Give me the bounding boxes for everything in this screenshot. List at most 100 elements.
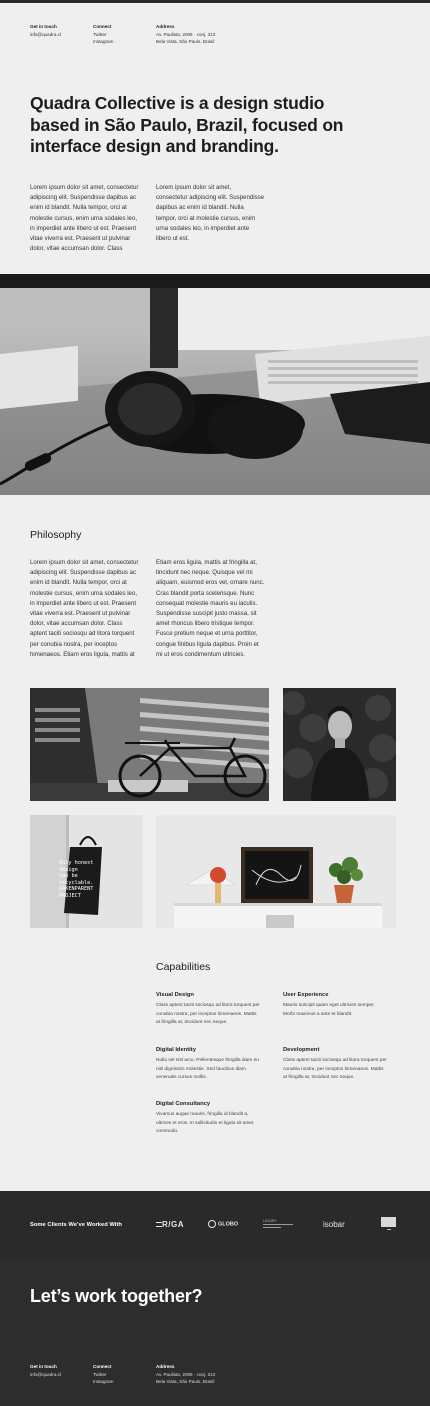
text-line: aliquam, euismod eros vel, ornare nunc. [156,579,265,587]
text-line: molestie cursus, enim urna sodales leo, [30,589,138,597]
text-line: dolor, vitae accumsan dolor. Class [30,245,123,253]
luxury-logo[interactable]: LUXURY [263,1219,293,1229]
globo-logo[interactable]: GLOBO [208,1220,238,1228]
shelf-photo [156,815,396,928]
capability-title: Development [283,1047,320,1053]
globo-logo-text: GLOBO [218,1221,239,1228]
text-line: venenatis cursus mollis. [156,1075,207,1081]
text-line: libero ut est. [156,235,190,243]
text-line: in imperdiet ante libero ut est. Praesen… [30,224,137,232]
intro-left: Lorem ipsum dolor sit amet, consectetur … [30,183,155,254]
text-line: Class aptent taciti sociosqu ad litora t… [283,1058,387,1063]
text-line: Class aptent taciti sociosqu ad litora t… [156,1003,260,1008]
footer-contact: Get in touch info@quadra.cl [30,1363,61,1378]
address-line-2: Bela Vista, São Paulo, Brasil [156,39,215,45]
isobar-logo[interactable]: isobar [323,1220,345,1229]
text-line: at fringilla at, tincidunt nec neque. [283,1075,355,1081]
text-line: ultrices et eros. In sollicitudin et lig… [156,1120,254,1126]
hero-line: based in São Paulo, Brazil, focused on [30,114,344,135]
text-line: vitae viverra est. Praesent ut pulvinar [30,610,131,618]
text-line: enim id blandit. Nulla tempor, orci at [30,204,127,212]
rga-logo-text: R/GA [162,1220,184,1229]
instagram-link[interactable]: Instagram [93,1378,113,1386]
tote-text-line: PROJECT [59,892,81,899]
luxury-logo-text: LUXURY [263,1219,277,1223]
capability-title: Visual Design [156,992,194,998]
email-link[interactable]: info@quadra.cl [30,31,61,39]
text-line: himenaeos. Etiam eros ligula, mattis at [30,650,135,658]
capability-text: Class aptent taciti sociosqu ad litora t… [156,1002,276,1028]
text-line: Lorem ipsum dolor sit amet, consectetur [30,559,139,566]
intro-right: Lorem ipsum dolor sit amet, consectetur … [156,183,281,244]
cta-heading[interactable]: Let’s work together? [30,1286,203,1307]
capability-text: Nulla vel nisl arcu. Pellentesque fringi… [156,1057,276,1083]
footer-address: Address Av. Paulista, 2006 · conj. 313 B… [156,1363,215,1386]
hero-heading: Quadra Collective is a design studio bas… [30,93,370,158]
email-link[interactable]: info@quadra.cl [30,1371,61,1379]
text-line: conubia nostra, per inceptos himenaeos. … [156,1011,257,1017]
address-label: Address [156,1364,175,1369]
text-line: Suspendisse suscipit justo massa, sit [156,610,257,618]
client-logo-box[interactable] [381,1217,396,1230]
text-line: conubia nostra, per inceptos himenaeos. … [283,1066,384,1072]
text-line: nisl dignissim molestie. Sed faucibus di… [156,1066,246,1072]
header-address: Address Av. Paulista, 2006 · conj. 313 B… [156,23,215,46]
instagram-link[interactable]: Instagram [93,38,113,46]
tote-bag-photo: Only honest design can be recyclable. OA… [30,815,143,928]
philosophy-title: Philosophy [30,529,82,541]
rga-logo[interactable]: R/GA [156,1220,184,1229]
address-line-1: Av. Paulista, 2006 · conj. 313 [156,1371,216,1377]
text-line: Etiam eros ligula, mattis at fringilla a… [156,559,257,566]
capability-title: User Experience [283,992,329,998]
text-line: mi ut eros condimentum ultricies. [156,650,246,658]
text-line: congue finibus ligula dapibus. Proin et [156,640,259,648]
tote-text-line: design [59,866,78,873]
text-line: aptent taciti sociosqu ad litora torquen… [30,630,135,638]
philosophy-left: Lorem ipsum dolor sit amet, consectetur … [30,558,155,660]
header-connect: Connect Twitter Instagram [93,23,113,46]
text-line: amet rhoncus libero tristique tempor. [156,620,255,628]
text-line: Morbi maximus a ante et blandit. [283,1011,353,1017]
capability-title: Digital Identity [156,1047,196,1053]
text-line: Vivamus augue mauris, fringilla id bland… [156,1112,249,1117]
address-label: Address [156,24,175,29]
hero-line: Quadra Collective is a design studio [30,93,325,113]
text-line: molestie cursus, enim urna sodales leo, [30,214,138,222]
text-line: commodo. [156,1129,179,1135]
luxury-logo-line [263,1227,281,1229]
text-line: enim id blandit. Nulla tempor, orci at [30,579,127,587]
text-line: Cras blandit porta scelerisque. Nunc [156,589,255,597]
capability-title: Digital Consultancy [156,1101,211,1107]
text-line: Lorem ipsum dolor sit amet, [156,184,232,191]
connect-label: Connect [93,24,112,29]
connect-label: Connect [93,1364,112,1369]
capabilities-title: Capabilities [156,961,211,973]
tote-text-line: recyclable. [59,879,94,886]
get-in-touch-label: Get in touch [30,24,57,29]
twitter-link[interactable]: Twitter [93,31,113,39]
text-line: urna sodales leo, in imperdiet ante [156,224,250,232]
client-logo-dash [387,1229,391,1230]
text-line: tincidunt nec neque. Quisque vel mi [156,569,253,577]
text-line: Lorem ipsum dolor sit amet, consectetur [30,184,139,191]
text-line: Fusce pretium neque et urna porttitor, [156,630,258,638]
text-line: Mauris suscipit quam eget ultricies semp… [283,1003,375,1008]
text-line: vitae viverra est. Praesent ut pulvinar [30,235,131,243]
text-line: dolor, vitae accumsan dolor. Class [30,620,123,628]
text-line: consectetur adipiscing elit. Suspendisse [156,194,265,202]
text-line: adipiscing elit. Suspendisse dapibus ac [30,194,137,202]
bicycle-photo [30,688,269,801]
capability-text: Vivamus augue mauris, fringilla id bland… [156,1111,276,1137]
top-bar [0,0,430,3]
philosophy-right: Etiam eros ligula, mattis at fringilla a… [156,558,281,660]
text-line: adipiscing elit. Suspendisse dapibus ac [30,569,137,577]
tote-text-line: Only honest [59,860,94,866]
text-line: consequat molestie mauris eu iaculis. [156,599,258,607]
text-line: per conubia nostra, per inceptos [30,640,118,648]
headphones-photo [0,274,430,495]
luxury-logo-line [263,1224,293,1226]
twitter-link[interactable]: Twitter [93,1371,113,1379]
get-in-touch-label: Get in touch [30,1364,57,1369]
portrait-photo [283,688,396,801]
hero-line: interface design and branding. [30,136,279,156]
